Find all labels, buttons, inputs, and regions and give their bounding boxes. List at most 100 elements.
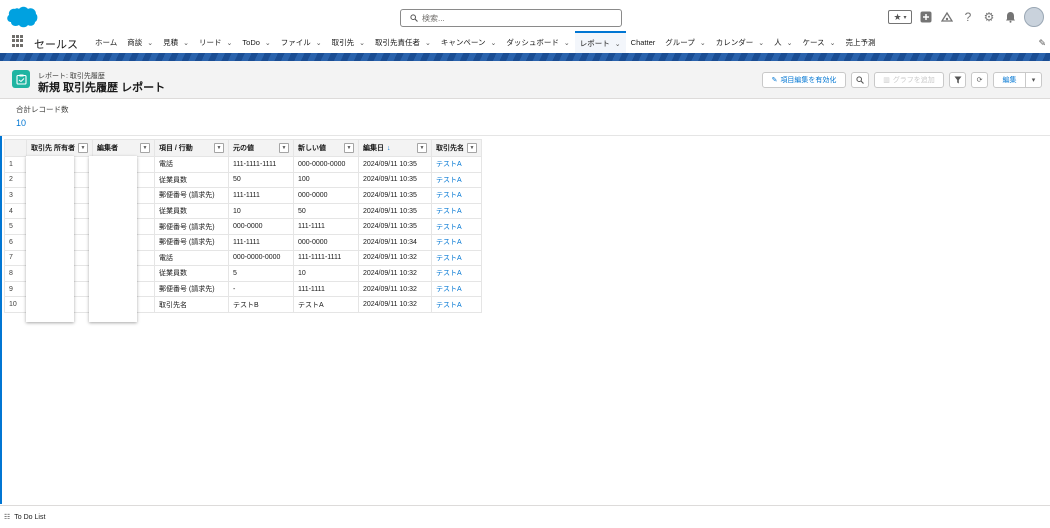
- table-cell-account[interactable]: テストA: [430, 296, 482, 313]
- salesforce-logo[interactable]: [6, 6, 38, 28]
- table-header-row: 取引先 所有者 ▼ 編集者 ▼ 項目 / 行動 ▼ 元の値 ▼ 新しい値 ▼ 編集日 ↓ ▼ 取引先名 ▼: [4, 139, 482, 157]
- chevron-down-icon[interactable]: ⌄: [758, 39, 764, 47]
- nav-item[interactable]: ダッシュボード ⌄: [501, 32, 574, 53]
- table-cell-account[interactable]: テストA: [430, 249, 482, 267]
- nav-item[interactable]: 取引先責任者 ⌄: [370, 32, 436, 53]
- column-header-label: 取引先名: [435, 145, 464, 152]
- column-header[interactable]: 新しい値 ▼: [292, 139, 359, 157]
- user-avatar[interactable]: [1024, 7, 1044, 27]
- nav-item-label: リード: [199, 38, 222, 47]
- chevron-down-icon[interactable]: ⌄: [830, 39, 836, 47]
- column-header[interactable]: 取引先名 ▼: [430, 139, 482, 157]
- table-cell-date: 2024/09/11 10:32: [357, 265, 432, 282]
- nav-item[interactable]: ToDo ⌄: [237, 32, 275, 53]
- more-actions-button[interactable]: ▾: [1025, 72, 1042, 88]
- table-cell-account[interactable]: テストA: [430, 233, 482, 251]
- chevron-down-icon[interactable]: ⌄: [491, 39, 497, 47]
- edit-nav-icon[interactable]: ✎: [1038, 38, 1046, 49]
- column-menu-icon[interactable]: ▼: [466, 143, 477, 153]
- chevron-down-icon[interactable]: ⌄: [700, 39, 706, 47]
- global-search-input[interactable]: 検索...: [400, 9, 622, 27]
- nav-item-label: 商談: [127, 38, 143, 47]
- column-menu-icon[interactable]: ▼: [278, 143, 289, 153]
- chevron-down-icon[interactable]: ⌄: [359, 39, 365, 47]
- nav-item[interactable]: カレンダー ⌄: [711, 32, 769, 53]
- nav-item[interactable]: 人 ⌄: [769, 32, 797, 53]
- report-title: 新規 取引先履歴 レポート: [38, 82, 166, 94]
- column-menu-icon[interactable]: ▼: [343, 143, 354, 153]
- chevron-down-icon[interactable]: ⌄: [265, 39, 271, 47]
- nav-item[interactable]: グループ ⌄: [660, 32, 710, 53]
- table-cell-account[interactable]: テストA: [430, 187, 482, 204]
- table-cell-account[interactable]: テストA: [430, 171, 482, 189]
- header-utility-icons: ★ ▾ ? ⚙: [888, 7, 1044, 27]
- add-icon[interactable]: [919, 10, 933, 24]
- chevron-down-icon[interactable]: ⌄: [227, 39, 233, 47]
- chevron-down-icon[interactable]: ⌄: [425, 39, 431, 47]
- column-menu-icon[interactable]: ▼: [416, 143, 427, 153]
- table-cell-date: 2024/09/11 10:35: [357, 187, 432, 204]
- nav-item-label: Chatter: [630, 38, 656, 47]
- chevron-down-icon[interactable]: ⌄: [316, 39, 322, 47]
- table-cell-account[interactable]: テストA: [430, 202, 482, 220]
- left-accent-bar: [0, 136, 2, 504]
- favorites-star-icon[interactable]: ★ ▾: [888, 10, 912, 24]
- nav-item[interactable]: 商談 ⌄: [122, 32, 158, 53]
- column-header[interactable]: 項目 / 行動 ▼: [153, 139, 229, 157]
- table-body: 1 電話 111-1111-1111 000-0000-0000 2024/09/11 …: [4, 156, 482, 313]
- table-cell-field: 従業員数: [153, 202, 229, 220]
- chevron-down-icon[interactable]: ⌄: [183, 39, 189, 47]
- table-cell-old: -: [227, 280, 294, 298]
- todo-list-label: To Do List: [14, 513, 46, 521]
- notification-bell-icon[interactable]: [1003, 10, 1017, 24]
- add-chart-button[interactable]: ▥ グラフを追加: [874, 72, 944, 88]
- report-icon: [12, 70, 30, 88]
- table-cell-field: 取引先名: [153, 296, 229, 313]
- todo-list-item[interactable]: ☷ To Do List: [4, 513, 46, 522]
- table-cell-date: 2024/09/11 10:35: [357, 171, 432, 189]
- edit-button[interactable]: 編集: [993, 72, 1026, 88]
- nav-item[interactable]: 取引先 ⌄: [327, 32, 370, 53]
- nav-item[interactable]: リード ⌄: [194, 32, 237, 53]
- nav-item[interactable]: ファイル ⌄: [276, 32, 327, 53]
- column-header[interactable]: 編集日 ↓ ▼: [357, 139, 432, 157]
- chevron-down-icon[interactable]: ⌄: [147, 39, 153, 47]
- trailhead-icon[interactable]: [940, 10, 954, 24]
- table-cell-date: 2024/09/11 10:32: [357, 249, 432, 267]
- chevron-down-icon[interactable]: ⌄: [615, 40, 621, 48]
- table-cell-account[interactable]: テストA: [430, 218, 482, 235]
- column-menu-icon[interactable]: ▼: [213, 143, 224, 153]
- column-header[interactable]: 元の値 ▼: [227, 139, 294, 157]
- help-icon[interactable]: ?: [961, 10, 975, 24]
- column-header[interactable]: 編集者 ▼: [91, 139, 155, 157]
- table-cell-account[interactable]: テストA: [430, 156, 482, 173]
- column-menu-icon[interactable]: ▼: [139, 143, 150, 153]
- chevron-down-icon[interactable]: ⌄: [564, 39, 570, 47]
- table-cell-field: 郵便番号 (請求先): [153, 218, 229, 235]
- table-cell-field: 郵便番号 (請求先): [153, 187, 229, 204]
- search-report-button[interactable]: [851, 72, 869, 88]
- app-launcher-icon[interactable]: [12, 35, 24, 47]
- enable-field-edit-button[interactable]: ✎ 項目編集を有効化: [762, 72, 846, 88]
- setup-gear-icon[interactable]: ⚙: [982, 10, 996, 24]
- nav-item[interactable]: キャンペーン ⌄: [436, 32, 502, 53]
- table-cell-field: 従業員数: [153, 265, 229, 282]
- table-cell-account[interactable]: テストA: [430, 280, 482, 298]
- nav-item[interactable]: ケース ⌄: [797, 32, 840, 53]
- nav-item[interactable]: 売上予測: [840, 32, 880, 53]
- table-cell-account[interactable]: テストA: [430, 265, 482, 282]
- row-number-cell: 6: [4, 233, 27, 251]
- chevron-down-icon: ▾: [1031, 77, 1036, 84]
- nav-item-label: 人: [774, 38, 782, 47]
- refresh-icon: ⟳: [976, 77, 983, 84]
- nav-item[interactable]: ホーム: [90, 32, 122, 53]
- nav-item[interactable]: Chatter: [626, 32, 661, 53]
- filter-button[interactable]: [949, 72, 966, 88]
- nav-item[interactable]: 見積 ⌄: [158, 32, 194, 53]
- column-menu-icon[interactable]: ▼: [77, 143, 88, 153]
- chevron-down-icon[interactable]: ⌄: [787, 39, 793, 47]
- refresh-button[interactable]: ⟳: [971, 72, 988, 88]
- nav-item[interactable]: レポート ⌄: [574, 31, 626, 54]
- table-cell-field: 郵便番号 (請求先): [153, 233, 229, 251]
- column-header[interactable]: 取引先 所有者 ▼: [26, 139, 93, 157]
